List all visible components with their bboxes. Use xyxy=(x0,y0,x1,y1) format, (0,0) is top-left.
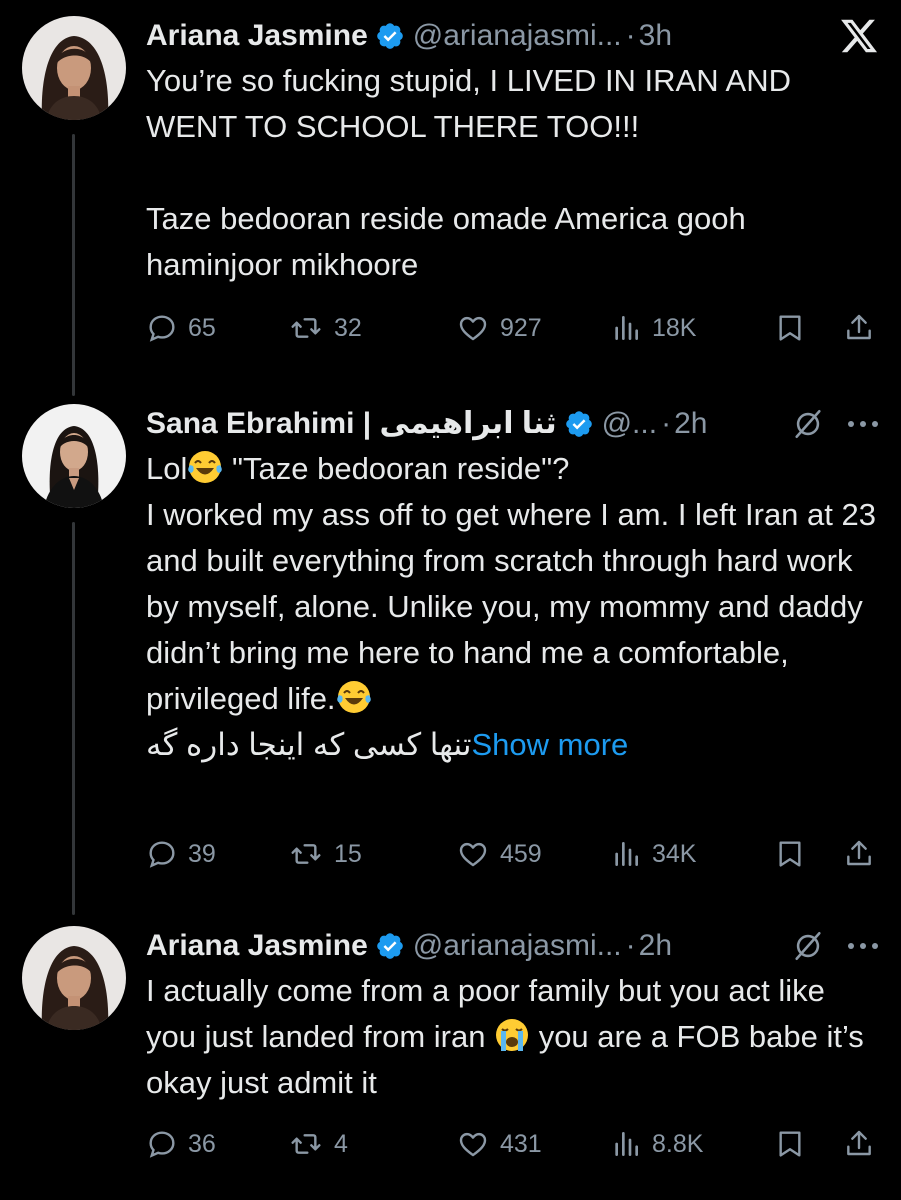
tweet-text: You’re so fucking stupid, I LIVED IN IRA… xyxy=(146,63,791,282)
views-count: 8.8K xyxy=(652,1129,704,1158)
verified-badge-icon xyxy=(375,21,405,51)
like-button[interactable]: 431 xyxy=(456,1128,542,1160)
retweet-count: 4 xyxy=(334,1129,348,1158)
tweet[interactable]: Ariana Jasmine @arianajasmi... · 3h You’… xyxy=(0,16,901,376)
reply-icon xyxy=(149,841,175,868)
tweet-text-part: Lol xyxy=(146,451,188,486)
bookmark-button[interactable] xyxy=(774,838,806,870)
tweet-header: Ariana Jasmine @arianajasmi... · 2h xyxy=(146,926,879,966)
views-count: 18K xyxy=(652,313,697,342)
tweet[interactable]: Sana Ebrahimi | ثنا ابراهیمی @... · 2h L… xyxy=(0,404,901,884)
separator-dot: · xyxy=(625,929,636,962)
like-count: 431 xyxy=(500,1129,542,1158)
separator-dot: · xyxy=(661,407,672,440)
reply-count: 65 xyxy=(188,313,216,342)
share-icon xyxy=(847,314,871,340)
timestamp[interactable]: 3h xyxy=(639,16,672,56)
retweet-button[interactable]: 32 xyxy=(288,312,362,344)
avatar[interactable] xyxy=(22,404,126,508)
author-handle[interactable]: @... xyxy=(602,404,657,444)
reply-icon xyxy=(149,1131,175,1158)
tweet-thread: Ariana Jasmine @arianajasmi... · 3h You’… xyxy=(0,0,901,1200)
reply-count: 39 xyxy=(188,839,216,868)
views-chart-icon xyxy=(615,1132,638,1156)
reply-button[interactable]: 65 xyxy=(146,312,216,344)
views-button[interactable]: 18K xyxy=(610,312,696,344)
timestamp[interactable]: 2h xyxy=(674,404,707,444)
views-count: 34K xyxy=(652,839,697,868)
author-name-latin: Sana Ebrahimi | xyxy=(146,407,380,440)
reply-icon xyxy=(149,315,175,342)
tweet-actions: 39 15 459 34K xyxy=(146,834,879,874)
views-button[interactable]: 34K xyxy=(610,838,696,870)
heart-icon xyxy=(459,316,487,341)
tweet-actions: 36 4 431 8.8K xyxy=(146,1124,879,1164)
tweet-actions: 65 32 927 18K xyxy=(146,308,879,348)
tweet-text-farsi: تنها کسی که اینجا داره گه xyxy=(146,727,472,762)
views-chart-icon xyxy=(615,842,638,866)
grok-icon[interactable] xyxy=(791,929,825,963)
author-name[interactable]: Ariana Jasmine xyxy=(146,926,368,966)
more-options-icon[interactable] xyxy=(847,419,879,429)
share-icon xyxy=(847,1130,871,1156)
author-handle[interactable]: @arianajasmi... xyxy=(413,16,622,56)
bookmark-icon xyxy=(779,841,801,867)
tweet-text: I actually come from a poor family but y… xyxy=(146,968,879,1106)
bookmark-button[interactable] xyxy=(774,312,806,344)
bookmark-button[interactable] xyxy=(774,1128,806,1160)
show-more-link[interactable]: Show more xyxy=(471,727,628,762)
avatar[interactable] xyxy=(22,926,126,1030)
retweet-icon xyxy=(291,318,321,338)
like-button[interactable]: 927 xyxy=(456,312,542,344)
share-button[interactable] xyxy=(843,312,875,344)
bookmark-icon xyxy=(779,1131,801,1157)
share-button[interactable] xyxy=(843,1128,875,1160)
tweet-header: Ariana Jasmine @arianajasmi... · 3h xyxy=(146,16,879,56)
retweet-count: 32 xyxy=(334,313,362,342)
avatar-ariana-icon xyxy=(22,16,126,120)
avatar-sana-icon xyxy=(22,404,126,508)
retweet-icon xyxy=(291,1134,321,1154)
like-button[interactable]: 459 xyxy=(456,838,542,870)
reply-button[interactable]: 39 xyxy=(146,838,216,870)
like-count: 459 xyxy=(500,839,542,868)
tweet-text-part: "Taze bedooran reside"? I worked my ass … xyxy=(146,451,876,716)
share-button[interactable] xyxy=(843,838,875,870)
laughing-tears-emoji-icon xyxy=(336,679,372,715)
bookmark-icon xyxy=(779,315,801,341)
laughing-tears-emoji-icon xyxy=(187,449,223,485)
author-name[interactable]: Sana Ebrahimi | ثنا ابراهیمی xyxy=(146,404,557,444)
retweet-button[interactable]: 15 xyxy=(288,838,362,870)
author-name-farsi: ثنا ابراهیمی xyxy=(379,407,557,440)
author-name[interactable]: Ariana Jasmine xyxy=(146,16,368,56)
loudly-crying-emoji-icon xyxy=(494,1017,530,1053)
reply-count: 36 xyxy=(188,1129,216,1158)
like-count: 927 xyxy=(500,313,542,342)
retweet-icon xyxy=(291,844,321,864)
heart-icon xyxy=(459,842,487,867)
tweet[interactable]: Ariana Jasmine @arianajasmi... · 2h I ac… xyxy=(0,926,901,1176)
x-logo-icon xyxy=(839,16,879,56)
separator-dot: · xyxy=(625,19,636,52)
avatar-ariana-icon xyxy=(22,926,126,1030)
retweet-count: 15 xyxy=(334,839,362,868)
timestamp[interactable]: 2h xyxy=(639,926,672,966)
heart-icon xyxy=(459,1132,487,1157)
author-handle[interactable]: @arianajasmi... xyxy=(413,926,622,966)
tweet-header: Sana Ebrahimi | ثنا ابراهیمی @... · 2h xyxy=(146,404,879,444)
verified-badge-icon xyxy=(564,409,594,439)
reply-button[interactable]: 36 xyxy=(146,1128,216,1160)
tweet-text: Lol "Taze bedooran reside"? I worked my … xyxy=(146,446,879,768)
retweet-button[interactable]: 4 xyxy=(288,1128,348,1160)
verified-badge-icon xyxy=(375,931,405,961)
more-options-icon[interactable] xyxy=(847,941,879,951)
views-chart-icon xyxy=(615,316,638,340)
views-button[interactable]: 8.8K xyxy=(610,1128,703,1160)
avatar[interactable] xyxy=(22,16,126,120)
share-icon xyxy=(847,840,871,866)
grok-icon[interactable] xyxy=(791,407,825,441)
